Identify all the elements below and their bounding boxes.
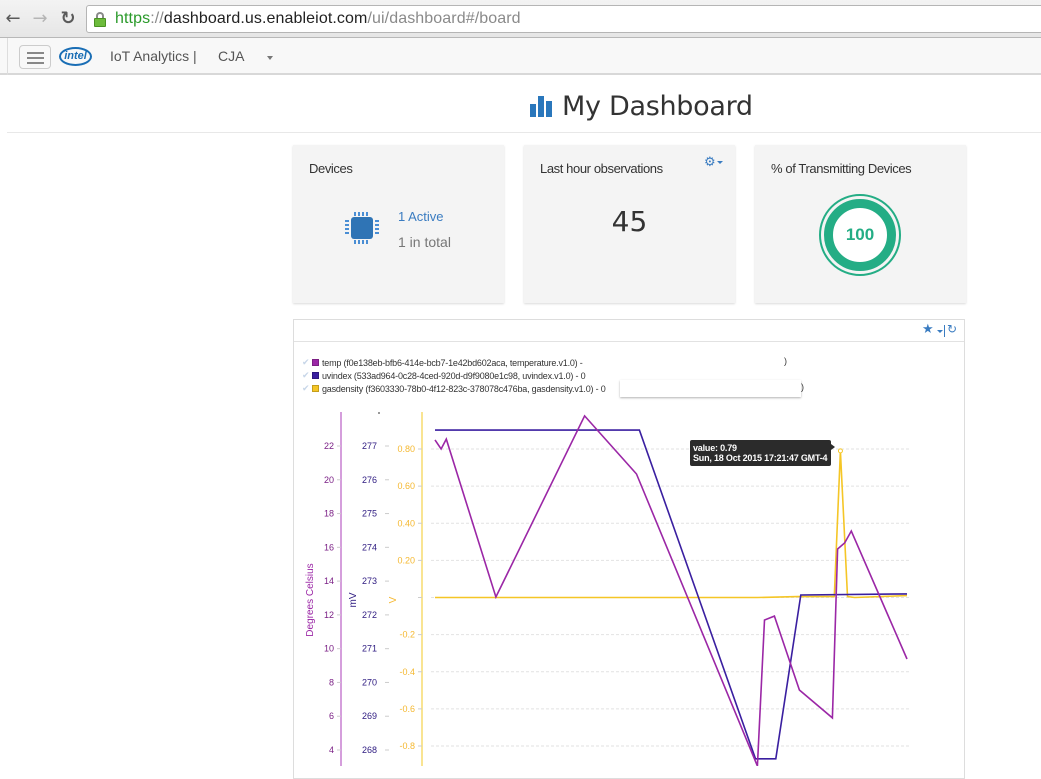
check-icon[interactable]: ✔ [302,384,312,394]
page-title-text: My Dashboard [562,90,753,122]
back-button[interactable]: ← [3,8,23,30]
account-selector[interactable]: CJA [218,48,244,64]
observations-settings-button[interactable]: ⚙ [704,155,723,170]
legend-redaction-1 [596,355,784,369]
toolbar-divider [944,325,945,337]
menu-toggle-button[interactable] [19,45,51,69]
legend-tail-temp: ) [784,356,787,366]
observations-card-title: Last hour observations [540,161,663,176]
url-path: /ui/dashboard#/board [367,10,521,27]
observations-card: Last hour observations ⚙ 45 [524,145,735,303]
legend-label-gasdensity: gasdensity (f3603330-78b0-4f12-823c-3780… [322,383,606,394]
devices-card: Devices 1 Active 1 in total [293,145,504,303]
bar-chart-icon [530,95,554,117]
check-icon[interactable]: ✔ [302,358,312,368]
legend-item-gasdensity[interactable]: ✔ gasdensity (f3603330-78b0-4f12-823c-37… [302,382,606,395]
chevron-down-icon [716,161,723,164]
legend-label-uvindex: uvindex (533ad964-0c28-4ced-920d-d9f9080… [322,370,586,381]
brand-link[interactable]: IoT Analytics | [110,48,197,64]
url-host: dashboard.us.enableiot.com [163,10,368,27]
tooltip-time: Sun, 18 Oct 2015 17:21:47 GMT-4 [693,453,828,463]
legend-label-temp: temp (f0e138eb-bfb6-414e-bcb7-1e42bd602a… [322,357,583,368]
reload-icon: ↻ [60,8,76,29]
lock-icon [94,12,106,27]
transmitting-card: % of Transmitting Devices 100 [755,145,966,303]
intel-logo[interactable]: intel [59,47,92,66]
navbar-divider [7,38,8,75]
refresh-icon[interactable]: ↻ [947,322,957,336]
transmitting-card-title: % of Transmitting Devices [771,161,912,176]
url-separator: :// [150,10,164,27]
title-divider [7,132,1041,133]
reload-button[interactable]: ↻ [58,8,78,30]
legend-tail-gasdensity: ) [801,382,804,392]
chart-legend: ✔ temp (f0e138eb-bfb6-414e-bcb7-1e42bd60… [302,356,606,395]
chevron-down-icon[interactable] [937,330,943,333]
legend-swatch-temp [312,359,319,366]
chart-tooltip: value: 0.79 Sun, 18 Oct 2015 17:21:47 GM… [690,440,836,466]
total-devices-text: 1 in total [398,234,451,250]
chip-icon [345,211,379,245]
chevron-down-icon[interactable] [267,56,273,60]
forward-button[interactable]: → [30,8,50,30]
legend-swatch-gasdensity [312,385,319,392]
legend-item-temp[interactable]: ✔ temp (f0e138eb-bfb6-414e-bcb7-1e42bd60… [302,356,606,369]
active-devices-link[interactable]: 1 Active [398,209,444,224]
check-icon[interactable]: ✔ [302,371,312,381]
page-title: My Dashboard [530,88,753,124]
chart-toolbar: ★ ↻ [294,320,964,342]
browser-toolbar: ← → ↻ https://dashboard.us.enableiot.com… [0,0,1041,38]
url-text[interactable]: https://dashboard.us.enableiot.com/ui/da… [115,10,521,28]
gear-icon: ⚙ [704,155,716,170]
url-scheme: https [115,10,151,27]
arrow-right-icon: → [32,8,48,29]
observations-count: 45 [611,205,648,238]
legend-item-uvindex[interactable]: ✔ uvindex (533ad964-0c28-4ced-920d-d9f90… [302,369,606,382]
chart-panel: ★ ↻ ✔ temp (f0e138eb-bfb6-414e-bcb7-1e42… [293,319,965,779]
devices-card-title: Devices [309,161,353,176]
percent-ring-gauge: 100 [819,194,901,276]
tooltip-value: value: 0.79 [693,443,737,453]
address-bar[interactable]: https://dashboard.us.enableiot.com/ui/da… [86,5,1041,33]
legend-swatch-uvindex [312,372,319,379]
star-icon[interactable]: ★ [922,322,934,337]
legend-redaction-3 [620,380,801,397]
arrow-left-icon: ← [5,8,21,29]
percent-value: 100 [845,225,875,244]
